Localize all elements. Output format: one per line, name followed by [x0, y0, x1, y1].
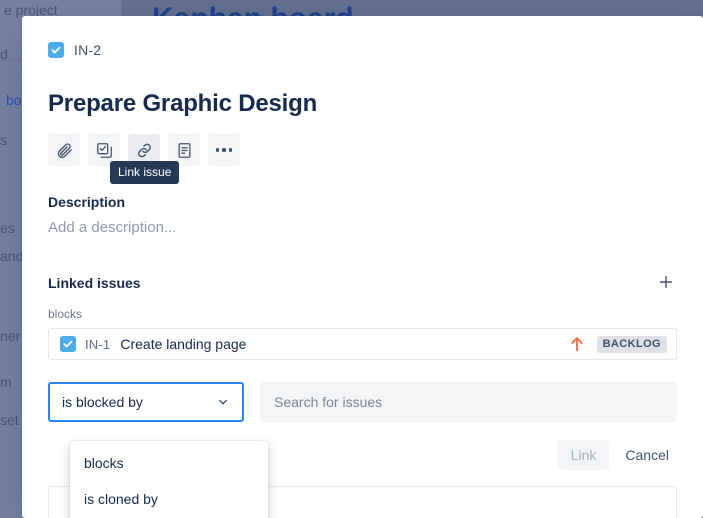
link-type-dropdown-menu: blocks is cloned by clones — [70, 441, 268, 518]
bg-sidebar-item-4: es — [0, 220, 15, 236]
bg-sidebar-item-8: set — [0, 412, 19, 428]
bg-sidebar-item-6: ner — [0, 328, 21, 344]
issue-title[interactable]: Prepare Graphic Design — [48, 90, 677, 118]
plus-icon — [657, 273, 675, 294]
link-issue-form: is blocked by — [48, 382, 677, 422]
linked-issues-title: Linked issues — [48, 275, 141, 291]
priority-high-arrow-up-icon — [570, 336, 584, 352]
child-issue-icon — [96, 142, 113, 159]
linked-issue-summary[interactable]: Create landing page — [120, 336, 569, 352]
more-options-button[interactable] — [208, 134, 240, 166]
task-checkbox-icon — [48, 42, 64, 58]
issue-key-row: IN-2 — [48, 40, 677, 60]
link-type-group-label: blocks — [48, 307, 83, 321]
bg-sidebar-item-7: m — [0, 374, 12, 390]
menu-item-blocks[interactable]: blocks — [70, 445, 268, 481]
cancel-button[interactable]: Cancel — [617, 440, 677, 470]
attach-button[interactable] — [48, 134, 80, 166]
description-section: Description Add a description... — [48, 194, 677, 236]
link-issue-tooltip: Link issue — [110, 161, 180, 184]
bg-sidebar-item-3: s — [0, 132, 7, 148]
linked-issue-key[interactable]: IN-1 — [85, 337, 110, 352]
bg-sidebar-item-1: d — [0, 46, 8, 62]
chevron-down-icon — [216, 395, 230, 409]
description-placeholder[interactable]: Add a description... — [48, 219, 677, 236]
add-linked-issue-button[interactable] — [655, 272, 677, 294]
table-row[interactable]: IN-1 Create landing page BACKLOG — [48, 328, 677, 360]
menu-item-is-cloned-by[interactable]: is cloned by — [70, 481, 268, 517]
status-badge[interactable]: BACKLOG — [596, 335, 667, 353]
link-type-select[interactable]: is blocked by — [48, 382, 244, 422]
bg-sidebar-item-5: and — [0, 248, 24, 264]
link-type-selected-value: is blocked by — [62, 394, 143, 410]
bg-sidebar-item-2: bo — [6, 92, 22, 108]
linked-issues-section: Linked issues blocks IN-1 Create landing… — [48, 272, 677, 360]
task-checkbox-icon — [60, 336, 76, 352]
link-issue-icon — [136, 142, 153, 159]
link-submit-button[interactable]: Link — [557, 440, 610, 470]
linked-issues-header: Linked issues — [48, 272, 677, 294]
more-options-icon — [215, 148, 233, 152]
attach-icon — [56, 142, 73, 159]
link-form-actions: Link Cancel — [557, 440, 677, 470]
search-input[interactable] — [260, 382, 677, 422]
issue-detail-modal: IN-2 Prepare Graphic Design Link issue D… — [22, 16, 703, 518]
issue-key-label[interactable]: IN-2 — [74, 42, 101, 58]
description-label: Description — [48, 194, 126, 210]
document-icon — [176, 142, 193, 159]
